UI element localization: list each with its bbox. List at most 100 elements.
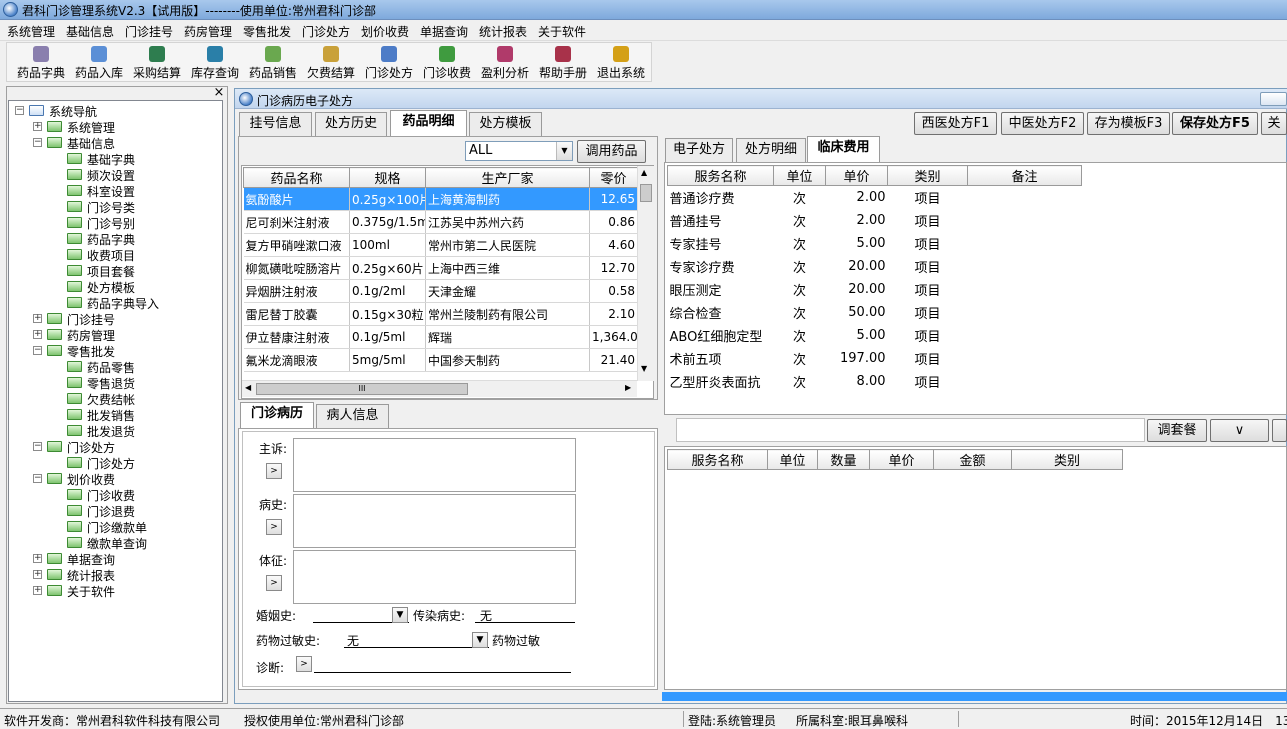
table-row[interactable]: 复方甲硝唑漱口液 100ml 常州市第二人民医院 4.60 [243,233,638,257]
drug-grid-horizontal-scrollbar[interactable]: ◀ III ▶ [242,380,637,397]
nav-item-16[interactable]: 药品零售 [9,359,219,375]
nav-item-12[interactable]: 药品字典导入 [9,295,219,311]
list-item[interactable]: 普通诊疗费 次 2.00 项目 [668,186,1082,209]
tab-prescription-template[interactable]: 处方模板 [469,112,542,136]
column-header-drug-name[interactable]: 药品名称 [243,167,350,188]
nav-item-7[interactable]: 门诊号别 [9,215,219,231]
tab-prescription-detail[interactable]: 处方明细 [736,138,806,162]
nav-item-6[interactable]: 门诊号类 [9,199,219,215]
scroll-up-icon[interactable]: ▲ [641,168,647,177]
list-item[interactable]: 眼压测定 次 20.00 项目 [668,278,1082,301]
tab-patient-info[interactable]: 病人信息 [316,404,389,428]
nav-item-26[interactable]: 门诊缴款单 [9,519,219,535]
nav-item-27[interactable]: 缴款单查询 [9,535,219,551]
expand-icon[interactable]: + [33,570,42,579]
table-row[interactable]: 尼可刹米注射液 0.375g/1.5ml 江苏吴中苏州六药 0.86 [243,210,638,234]
collapse-icon[interactable]: − [33,346,42,355]
nav-item-20[interactable]: 批发退货 [9,423,219,439]
toolbar-inventory-query-button[interactable]: 库存查询 [189,45,241,81]
menu-billing[interactable]: 划价收费 [361,23,409,40]
column-header-unit[interactable]: 单位 [767,449,818,470]
list-item[interactable]: ABO红细胞定型 次 5.00 项目 [668,324,1082,347]
menu-registration[interactable]: 门诊挂号 [125,23,173,40]
table-row[interactable]: 氨酚酸片 0.25g×100片 上海黄海制药 12.65 [243,187,638,211]
nav-item-0[interactable]: − 系统导航 [9,103,219,119]
nav-item-1[interactable]: + 系统管理 [9,119,219,135]
drug-filter-select[interactable]: ALL ▼ [465,141,573,161]
call-package-button[interactable]: 调套餐 [1147,419,1207,442]
column-header-manufacturer[interactable]: 生产厂家 [425,167,590,188]
down-button[interactable]: ∨ [1210,419,1269,442]
toolbar-profit-analysis-button[interactable]: 盈利分析 [479,45,531,81]
nav-item-8[interactable]: 药品字典 [9,231,219,247]
nav-item-22[interactable]: 门诊处方 [9,455,219,471]
collapse-icon[interactable]: − [15,106,24,115]
nav-item-2[interactable]: − 基础信息 [9,135,219,151]
expand-icon[interactable]: + [33,586,42,595]
nav-item-30[interactable]: + 关于软件 [9,583,219,599]
nav-item-28[interactable]: + 单据查询 [9,551,219,567]
scroll-left-icon[interactable]: ◀ [245,383,251,392]
column-header-quantity[interactable]: 数量 [817,449,870,470]
history-field[interactable] [293,494,576,548]
sign-expand-button[interactable]: > [266,575,282,591]
tab-electronic-prescription[interactable]: 电子处方 [665,138,733,162]
nav-item-15[interactable]: − 零售批发 [9,343,219,359]
chinese-prescription-button[interactable]: 中医处方F2 [1001,112,1084,135]
tab-clinical-fees[interactable]: 临床费用 [807,136,880,162]
close-button[interactable]: 关 [1261,112,1287,135]
nav-item-14[interactable]: + 药房管理 [9,327,219,343]
column-header-retail-price[interactable]: 零价 [589,167,638,188]
chevron-down-icon[interactable]: ▼ [556,142,572,160]
tab-drug-detail[interactable]: 药品明细 [390,110,467,136]
column-header-amount[interactable]: 金额 [933,449,1012,470]
toolbar-arrear-settle-button[interactable]: 欠费结算 [305,45,357,81]
expand-icon[interactable]: + [33,330,42,339]
nav-item-21[interactable]: − 门诊处方 [9,439,219,455]
complaint-expand-button[interactable]: > [266,463,282,479]
collapse-icon[interactable]: − [33,474,42,483]
call-drug-button[interactable]: 调用药品 [577,140,646,163]
save-prescription-button[interactable]: 保存处方F5 [1172,112,1258,135]
expand-icon[interactable]: + [33,122,42,131]
nav-item-5[interactable]: 科室设置 [9,183,219,199]
menu-retail[interactable]: 零售批发 [243,23,291,40]
menu-prescription[interactable]: 门诊处方 [302,23,350,40]
menu-about[interactable]: 关于软件 [538,23,586,40]
collapse-icon[interactable]: − [33,442,42,451]
sign-field[interactable] [293,550,576,604]
toolbar-drug-dictionary-button[interactable]: 药品字典 [15,45,67,81]
column-header-spec[interactable]: 规格 [349,167,426,188]
toolbar-exit-button[interactable]: 退出系统 [595,45,647,81]
toolbar-outpatient-charge-button[interactable]: 门诊收费 [421,45,473,81]
nav-item-4[interactable]: 频次设置 [9,167,219,183]
column-header-price[interactable]: 单价 [825,165,888,186]
scroll-thumb[interactable] [640,184,652,202]
nav-item-13[interactable]: + 门诊挂号 [9,311,219,327]
table-row[interactable]: 氟米龙滴眼液 5mg/5ml 中国参天制药 21.40 [243,348,638,372]
table-row[interactable]: 异烟肼注射液 0.1g/2ml 天津金耀 0.58 [243,279,638,303]
column-header-unit[interactable]: 单位 [773,165,826,186]
nav-item-10[interactable]: 项目套餐 [9,263,219,279]
list-item[interactable]: 综合检查 次 50.00 项目 [668,301,1082,324]
nav-item-18[interactable]: 欠费结帐 [9,391,219,407]
nav-item-25[interactable]: 门诊退费 [9,503,219,519]
toolbar-prescription-button[interactable]: 门诊处方 [363,45,415,81]
complaint-field[interactable] [293,438,576,492]
collapse-icon[interactable]: − [33,138,42,147]
tab-prescription-history[interactable]: 处方历史 [315,112,387,136]
toolbar-purchase-settle-button[interactable]: 采购结算 [131,45,183,81]
scroll-right-icon[interactable]: ▶ [625,383,631,392]
column-header-service-name[interactable]: 服务名称 [667,449,768,470]
list-item[interactable]: 普通挂号 次 2.00 项目 [668,209,1082,232]
diagnosis-expand-button[interactable]: > [296,656,312,672]
menu-reports[interactable]: 统计报表 [479,23,527,40]
tab-medical-record[interactable]: 门诊病历 [240,402,314,428]
table-row[interactable]: 柳氮磺吡啶肠溶片 0.25g×60片 上海中西三维 12.70 [243,256,638,280]
scroll-down-icon[interactable]: ▼ [641,364,647,373]
table-row[interactable]: 伊立替康注射液0.1g/5ml辉瑞1,364.00 [243,325,638,349]
column-header-service-name[interactable]: 服务名称 [667,165,774,186]
nav-item-3[interactable]: 基础字典 [9,151,219,167]
expand-icon[interactable]: + [33,554,42,563]
western-prescription-button[interactable]: 西医处方F1 [914,112,997,135]
